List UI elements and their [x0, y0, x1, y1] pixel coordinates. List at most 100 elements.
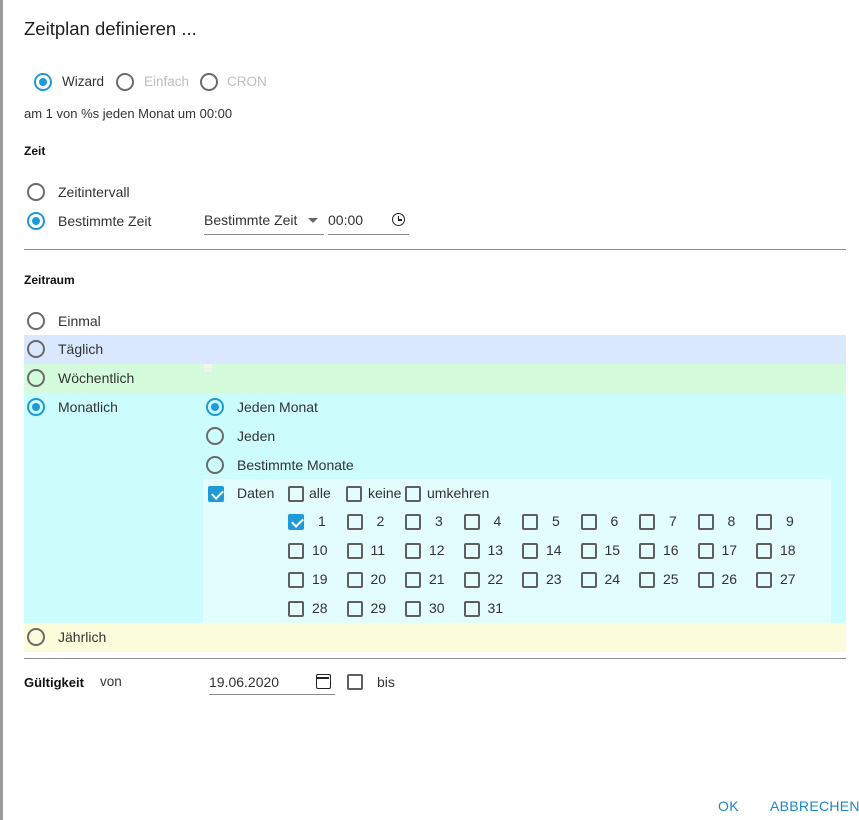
day-28-label[interactable]: 28: [312, 600, 328, 616]
day-18-label[interactable]: 18: [780, 542, 796, 558]
day-8-label[interactable]: 8: [728, 513, 736, 529]
cancel-button[interactable]: ABBRECHEN: [770, 798, 859, 814]
alle-checkbox[interactable]: [288, 486, 304, 502]
day-18-checkbox[interactable]: [756, 543, 772, 559]
day-10-checkbox[interactable]: [288, 543, 304, 559]
day-21-checkbox[interactable]: [405, 572, 421, 588]
calendar-icon[interactable]: [316, 674, 331, 689]
day-26-label[interactable]: 26: [722, 571, 738, 587]
day-22-checkbox[interactable]: [463, 572, 480, 588]
jeden-label[interactable]: Jeden: [237, 428, 275, 444]
ok-button[interactable]: OK: [718, 798, 739, 814]
day-27-checkbox[interactable]: [756, 572, 772, 588]
day-12-label[interactable]: 12: [429, 542, 445, 558]
monatlich-radio[interactable]: [27, 398, 45, 416]
keine-label[interactable]: keine: [368, 485, 401, 501]
day-31-checkbox[interactable]: [463, 601, 480, 617]
zeitintervall-label[interactable]: Zeitintervall: [58, 184, 130, 200]
day-24-checkbox[interactable]: [580, 572, 597, 588]
einmal-label[interactable]: Einmal: [58, 313, 101, 329]
chevron-down-icon[interactable]: [308, 218, 318, 223]
day-13-checkbox[interactable]: [463, 543, 480, 559]
day-24-label[interactable]: 24: [605, 571, 621, 587]
day-25-label[interactable]: 25: [663, 571, 679, 587]
day-7-checkbox[interactable]: [639, 514, 655, 530]
daten-checkbox[interactable]: [208, 486, 224, 502]
mode-cron-label[interactable]: CRON: [227, 74, 267, 89]
day-15-checkbox[interactable]: [580, 543, 597, 559]
zeit-type-select[interactable]: Bestimmte Zeit: [204, 212, 297, 228]
jaehrlich-radio[interactable]: [27, 628, 45, 646]
day-19-checkbox[interactable]: [288, 572, 304, 588]
mode-wizard-radio[interactable]: [34, 73, 52, 91]
jeden-radio[interactable]: [206, 427, 224, 445]
time-input[interactable]: 00:00: [328, 212, 363, 228]
mode-einfach-radio[interactable]: [116, 73, 134, 91]
monatlich-label[interactable]: Monatlich: [58, 399, 118, 415]
bestimmte-monate-label[interactable]: Bestimmte Monate: [237, 457, 354, 473]
day-20-label[interactable]: 20: [371, 571, 387, 587]
day-2-checkbox[interactable]: [346, 514, 363, 530]
day-6-checkbox[interactable]: [580, 514, 597, 530]
woechentlich-label[interactable]: Wöchentlich: [58, 370, 134, 386]
day-17-checkbox[interactable]: [697, 543, 714, 559]
daten-label[interactable]: Daten: [237, 485, 274, 501]
day-4-label[interactable]: 4: [494, 513, 502, 529]
day-25-checkbox[interactable]: [639, 572, 655, 588]
day-5-label[interactable]: 5: [552, 513, 560, 529]
day-1-label[interactable]: 1: [318, 513, 326, 529]
day-21-label[interactable]: 21: [429, 571, 445, 587]
jaehrlich-label[interactable]: Jährlich: [58, 629, 106, 645]
day-11-label[interactable]: 11: [371, 542, 386, 558]
mode-cron-radio[interactable]: [200, 73, 218, 91]
day-12-checkbox[interactable]: [405, 543, 421, 559]
day-19-label[interactable]: 19: [312, 571, 328, 587]
day-23-checkbox[interactable]: [522, 572, 538, 588]
mode-wizard-label[interactable]: Wizard: [62, 74, 104, 89]
day-10-label[interactable]: 10: [312, 542, 328, 558]
validity-to-checkbox[interactable]: [347, 674, 363, 690]
day-22-label[interactable]: 22: [488, 571, 504, 587]
day-8-checkbox[interactable]: [697, 514, 714, 530]
day-16-label[interactable]: 16: [663, 542, 679, 558]
clock-icon[interactable]: [392, 213, 405, 226]
day-30-label[interactable]: 30: [429, 600, 445, 616]
bestimmte-monate-radio[interactable]: [206, 456, 224, 474]
day-6-label[interactable]: 6: [611, 513, 619, 529]
day-9-label[interactable]: 9: [786, 513, 794, 529]
day-20-checkbox[interactable]: [346, 572, 363, 588]
day-26-checkbox[interactable]: [697, 572, 714, 588]
zeitintervall-radio[interactable]: [27, 183, 45, 201]
day-16-checkbox[interactable]: [639, 543, 655, 559]
day-5-checkbox[interactable]: [522, 514, 538, 530]
day-14-label[interactable]: 14: [546, 542, 562, 558]
day-31-label[interactable]: 31: [488, 600, 504, 616]
taeglich-label[interactable]: Täglich: [58, 341, 103, 357]
day-28-checkbox[interactable]: [288, 601, 304, 617]
validity-from-input[interactable]: 19.06.2020: [209, 674, 279, 690]
day-11-checkbox[interactable]: [346, 543, 363, 559]
day-7-label[interactable]: 7: [669, 513, 677, 529]
day-15-label[interactable]: 15: [605, 542, 621, 558]
umkehren-label[interactable]: umkehren: [427, 485, 489, 501]
day-23-label[interactable]: 23: [546, 571, 562, 587]
day-30-checkbox[interactable]: [405, 601, 421, 617]
day-29-checkbox[interactable]: [346, 601, 363, 617]
jeden-monat-radio[interactable]: [206, 398, 224, 416]
day-13-label[interactable]: 13: [488, 542, 504, 558]
alle-label[interactable]: alle: [309, 485, 331, 501]
bestimmte-zeit-label[interactable]: Bestimmte Zeit: [58, 213, 151, 229]
taeglich-radio[interactable]: [27, 340, 45, 358]
keine-checkbox[interactable]: [346, 486, 362, 502]
bestimmte-zeit-radio[interactable]: [27, 212, 45, 230]
day-9-checkbox[interactable]: [756, 514, 772, 530]
day-1-checkbox[interactable]: [288, 514, 304, 530]
day-3-label[interactable]: 3: [435, 513, 443, 529]
umkehren-checkbox[interactable]: [405, 486, 421, 502]
mode-einfach-label[interactable]: Einfach: [144, 74, 189, 89]
jeden-monat-label[interactable]: Jeden Monat: [237, 399, 318, 415]
day-4-checkbox[interactable]: [463, 514, 480, 530]
day-14-checkbox[interactable]: [522, 543, 538, 559]
day-17-label[interactable]: 17: [722, 542, 738, 558]
day-29-label[interactable]: 29: [371, 600, 387, 616]
